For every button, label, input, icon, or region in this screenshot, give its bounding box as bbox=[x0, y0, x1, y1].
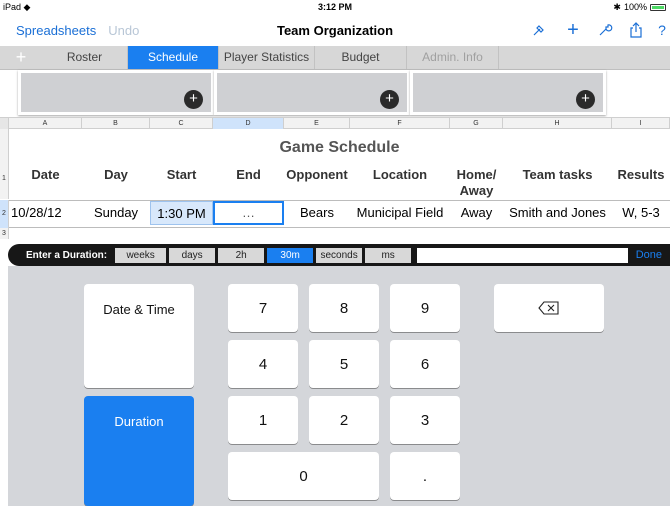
backspace-key[interactable] bbox=[494, 284, 604, 332]
column-header[interactable]: C bbox=[150, 118, 213, 129]
key-3[interactable]: 3 bbox=[390, 396, 460, 444]
toolbar-right: + ? bbox=[530, 14, 670, 46]
column-header[interactable]: H bbox=[503, 118, 612, 129]
media-placeholder[interactable]: + bbox=[410, 70, 606, 115]
header-cell[interactable]: End bbox=[213, 167, 284, 183]
battery-percent: 100% bbox=[623, 2, 647, 12]
format-brush-icon[interactable] bbox=[530, 22, 548, 38]
backspace-icon bbox=[538, 301, 559, 315]
unit-days-button[interactable]: days bbox=[169, 247, 216, 263]
row-header[interactable]: 3 bbox=[0, 228, 9, 239]
row-header[interactable]: 1 bbox=[0, 129, 9, 199]
tab-schedule[interactable]: Schedule bbox=[128, 46, 219, 69]
clock: 3:12 PM bbox=[317, 2, 352, 12]
numeric-keyboard: Date & Time Duration 7 8 9 4 5 6 1 2 3 0… bbox=[0, 266, 670, 506]
row-divider bbox=[9, 227, 670, 228]
add-sheet-icon[interactable]: + bbox=[0, 46, 42, 69]
unit-hours-button[interactable]: 2h bbox=[218, 247, 265, 263]
column-header[interactable]: A bbox=[9, 118, 82, 129]
header-cell[interactable]: Team tasks bbox=[503, 167, 612, 183]
spreadsheets-button[interactable]: Spreadsheets bbox=[16, 23, 96, 38]
add-icon[interactable]: + bbox=[564, 19, 582, 42]
tab-budget[interactable]: Budget bbox=[315, 46, 407, 69]
row-header[interactable]: 2 bbox=[0, 200, 9, 228]
table-cell[interactable]: 1:30 PM bbox=[150, 201, 213, 225]
header-cell[interactable]: Opponent bbox=[284, 167, 350, 183]
bluetooth-icon: ✱ bbox=[613, 1, 621, 12]
table-cell[interactable]: Bears bbox=[284, 201, 350, 225]
key-0[interactable]: 0 bbox=[228, 452, 379, 500]
tab-roster[interactable]: Roster bbox=[42, 46, 128, 69]
share-icon[interactable] bbox=[628, 22, 644, 38]
toolbar-left: Spreadsheets Undo bbox=[16, 23, 139, 38]
duration-input[interactable] bbox=[417, 247, 628, 263]
column-header[interactable]: G bbox=[450, 118, 503, 129]
key-7[interactable]: 7 bbox=[228, 284, 298, 332]
header-cell[interactable]: Results bbox=[612, 167, 670, 183]
battery-icon bbox=[650, 3, 666, 11]
table-cell[interactable]: Sunday bbox=[82, 201, 150, 225]
active-edit-cell[interactable]: … bbox=[213, 201, 284, 225]
media-placeholder[interactable]: + bbox=[214, 70, 410, 115]
header-cell[interactable]: Start bbox=[150, 167, 213, 183]
table-cell[interactable]: Smith and Jones bbox=[503, 201, 612, 225]
sheet-canvas: Game Schedule Date Day Start End Opponen… bbox=[9, 129, 670, 239]
column-header-bar: A B C D E F G H I bbox=[0, 117, 670, 129]
add-media-icon[interactable]: + bbox=[184, 90, 203, 109]
key-6[interactable]: 6 bbox=[390, 340, 460, 388]
status-right: ✱ 100% bbox=[613, 2, 666, 13]
table-cell[interactable]: W, 5-3 bbox=[612, 201, 670, 225]
status-bar: iPad ◆ 3:12 PM ✱ 100% bbox=[0, 0, 670, 14]
wrench-icon[interactable] bbox=[596, 22, 614, 38]
column-header[interactable]: D bbox=[213, 118, 284, 129]
add-media-icon[interactable]: + bbox=[380, 90, 399, 109]
toolbar: Spreadsheets Undo Team Organization + ? bbox=[0, 14, 670, 46]
duration-mode-button[interactable]: Duration bbox=[84, 396, 194, 506]
table-cell[interactable]: 10/28/12 bbox=[9, 201, 82, 225]
key-2[interactable]: 2 bbox=[309, 396, 379, 444]
done-button[interactable]: Done bbox=[636, 249, 662, 261]
column-header[interactable]: B bbox=[82, 118, 150, 129]
header-cell[interactable]: Home/ Away bbox=[450, 167, 503, 199]
add-media-icon[interactable]: + bbox=[576, 90, 595, 109]
undo-button[interactable]: Undo bbox=[108, 23, 139, 38]
key-4[interactable]: 4 bbox=[228, 340, 298, 388]
sheet-tabs: + Roster Schedule Player Statistics Budg… bbox=[0, 46, 670, 70]
duration-label: Enter a Duration: bbox=[26, 249, 108, 261]
table-cell[interactable]: Away bbox=[450, 201, 503, 225]
media-placeholder-strip: + + + bbox=[0, 70, 670, 117]
unit-seconds-button[interactable]: seconds bbox=[316, 247, 363, 263]
column-header[interactable]: E bbox=[284, 118, 350, 129]
header-cell[interactable]: Location bbox=[350, 167, 450, 183]
unit-ms-button[interactable]: ms bbox=[365, 247, 412, 263]
date-time-mode-button[interactable]: Date & Time bbox=[84, 284, 194, 388]
tab-player-statistics[interactable]: Player Statistics bbox=[219, 46, 315, 69]
key-8[interactable]: 8 bbox=[309, 284, 379, 332]
table-cell[interactable]: Municipal Field bbox=[350, 201, 450, 225]
media-placeholder[interactable]: + bbox=[18, 70, 214, 115]
key-decimal[interactable]: . bbox=[390, 452, 460, 500]
duration-entry-bar: Enter a Duration: weeks days 2h 30m seco… bbox=[8, 244, 670, 266]
help-button[interactable]: ? bbox=[656, 22, 668, 38]
header-cell[interactable]: Date bbox=[9, 167, 82, 183]
header-cell[interactable]: Day bbox=[82, 167, 150, 183]
table-title: Game Schedule bbox=[279, 139, 400, 156]
key-9[interactable]: 9 bbox=[390, 284, 460, 332]
column-header[interactable]: I bbox=[612, 118, 670, 129]
tab-admin-info[interactable]: Admin. Info bbox=[407, 46, 499, 69]
unit-minutes-button[interactable]: 30m bbox=[267, 247, 314, 263]
column-header[interactable]: F bbox=[350, 118, 450, 129]
key-5[interactable]: 5 bbox=[309, 340, 379, 388]
unit-weeks-button[interactable]: weeks bbox=[115, 247, 167, 263]
key-1[interactable]: 1 bbox=[228, 396, 298, 444]
corner-cell[interactable] bbox=[0, 118, 9, 129]
